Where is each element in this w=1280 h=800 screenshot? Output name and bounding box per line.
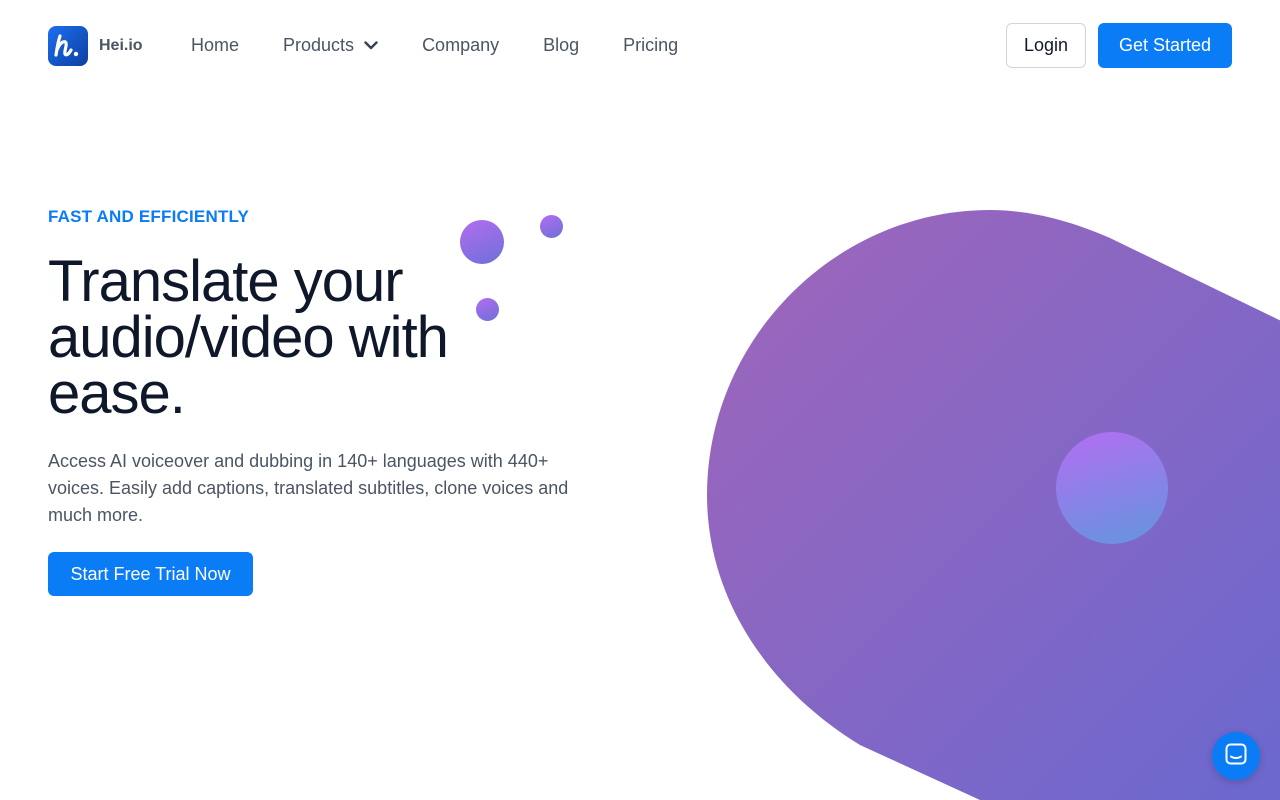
nav-item-blog[interactable]: Blog bbox=[543, 33, 579, 57]
nav-item-company[interactable]: Company bbox=[422, 33, 499, 57]
site-header: Hei.io Home Products Company Blog Pricin… bbox=[0, 0, 1280, 92]
main-nav: Home Products Company Blog Pricing bbox=[191, 33, 722, 57]
chat-widget-button[interactable] bbox=[1212, 732, 1260, 780]
brand-logo[interactable]: Hei.io bbox=[48, 26, 143, 66]
brand-name: Hei.io bbox=[99, 37, 143, 54]
nav-item-pricing[interactable]: Pricing bbox=[623, 33, 678, 57]
chevron-down-icon bbox=[364, 40, 378, 50]
nav-item-label: Products bbox=[283, 35, 355, 55]
login-button[interactable]: Login bbox=[1006, 23, 1086, 68]
nav-item-label: Company bbox=[422, 35, 500, 55]
hero-orb bbox=[1056, 432, 1168, 544]
nav-item-label: Pricing bbox=[623, 35, 679, 55]
start-free-trial-button[interactable]: Start Free Trial Now bbox=[48, 552, 253, 596]
get-started-button[interactable]: Get Started bbox=[1098, 23, 1232, 68]
nav-item-home[interactable]: Home bbox=[191, 33, 239, 57]
hei-logo-icon bbox=[48, 26, 88, 66]
nav-item-label: Home bbox=[191, 35, 240, 55]
decor-dot bbox=[476, 298, 499, 321]
decor-dot bbox=[460, 220, 504, 264]
hero-description: Access AI voiceover and dubbing in 140+ … bbox=[48, 451, 569, 525]
nav-item-products[interactable]: Products bbox=[283, 33, 378, 57]
chat-icon bbox=[1224, 742, 1248, 771]
hero-headline: Translate your audio/video with ease. bbox=[48, 249, 449, 426]
hero-eyebrow: FAST AND EFFICIENTLY bbox=[48, 207, 250, 226]
decor-dot bbox=[540, 215, 563, 238]
nav-item-label: Blog bbox=[543, 35, 580, 55]
